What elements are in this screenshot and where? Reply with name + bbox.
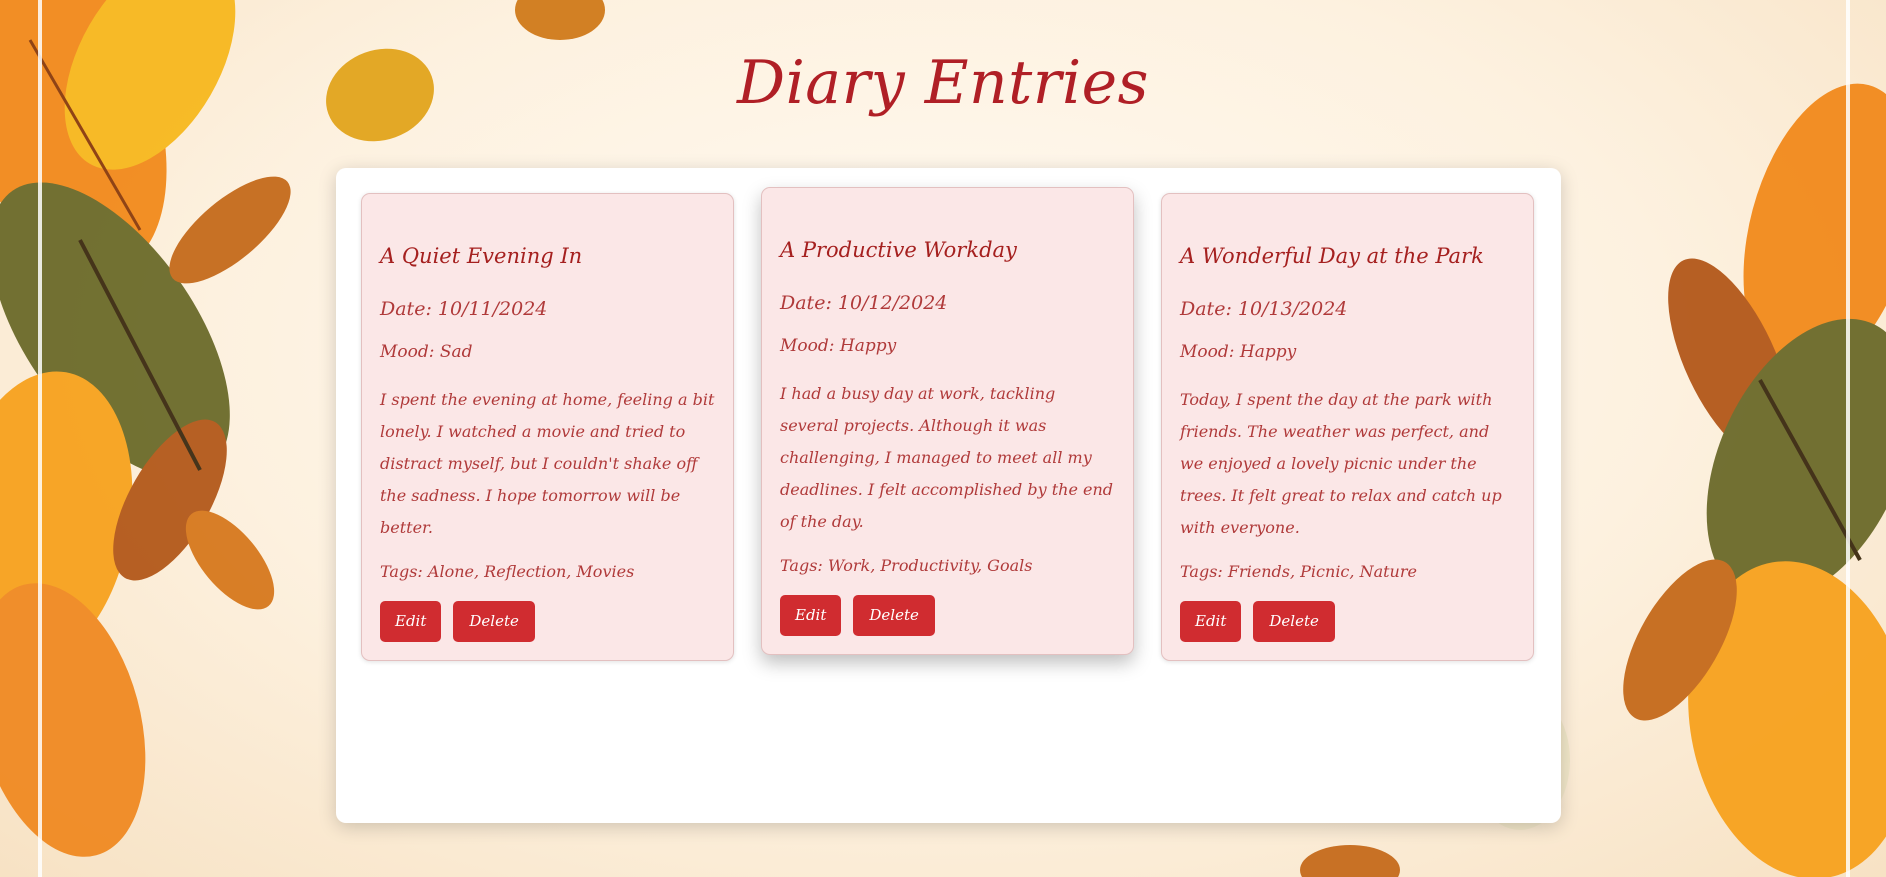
diary-entry-card: A Wonderful Day at the Park Date: 10/13/… <box>1161 193 1534 661</box>
edit-button[interactable]: Edit <box>1180 601 1242 642</box>
frame-line-right <box>1846 0 1850 877</box>
entry-mood: Mood: Happy <box>780 336 897 356</box>
entry-title: A Wonderful Day at the Park <box>1180 244 1484 268</box>
frame-line-left <box>38 0 42 877</box>
entry-date: Date: 10/13/2024 <box>1180 298 1348 320</box>
entry-actions: Edit Delete <box>1180 601 1515 642</box>
entry-date: Date: 10/12/2024 <box>780 292 948 314</box>
entries-panel: A Quiet Evening In Date: 10/11/2024 Mood… <box>336 168 1561 823</box>
entry-mood: Mood: Happy <box>1180 342 1297 362</box>
entry-tags: Tags: Friends, Picnic, Nature <box>1180 562 1417 581</box>
entry-body: Today, I spent the day at the park with … <box>1180 390 1502 537</box>
entry-actions: Edit Delete <box>380 601 715 642</box>
delete-button[interactable]: Delete <box>1253 601 1335 642</box>
delete-button[interactable]: Delete <box>453 601 535 642</box>
entry-title: A Quiet Evening In <box>380 244 583 268</box>
entry-body: I spent the evening at home, feeling a b… <box>380 390 715 537</box>
entry-tags: Tags: Alone, Reflection, Movies <box>380 562 635 581</box>
entry-body: I had a busy day at work, tackling sever… <box>780 384 1114 531</box>
page-title: Diary Entries <box>737 48 1149 118</box>
entry-title: A Productive Workday <box>780 238 1017 262</box>
diary-entry-card: A Productive Workday Date: 10/12/2024 Mo… <box>761 187 1134 655</box>
entry-date: Date: 10/11/2024 <box>380 298 548 320</box>
edit-button[interactable]: Edit <box>380 601 442 642</box>
delete-button[interactable]: Delete <box>853 595 935 636</box>
entry-mood: Mood: Sad <box>380 342 473 362</box>
entry-actions: Edit Delete <box>780 595 1115 636</box>
entry-tags: Tags: Work, Productivity, Goals <box>780 556 1033 575</box>
edit-button[interactable]: Edit <box>780 595 842 636</box>
diary-entry-card: A Quiet Evening In Date: 10/11/2024 Mood… <box>361 193 734 661</box>
